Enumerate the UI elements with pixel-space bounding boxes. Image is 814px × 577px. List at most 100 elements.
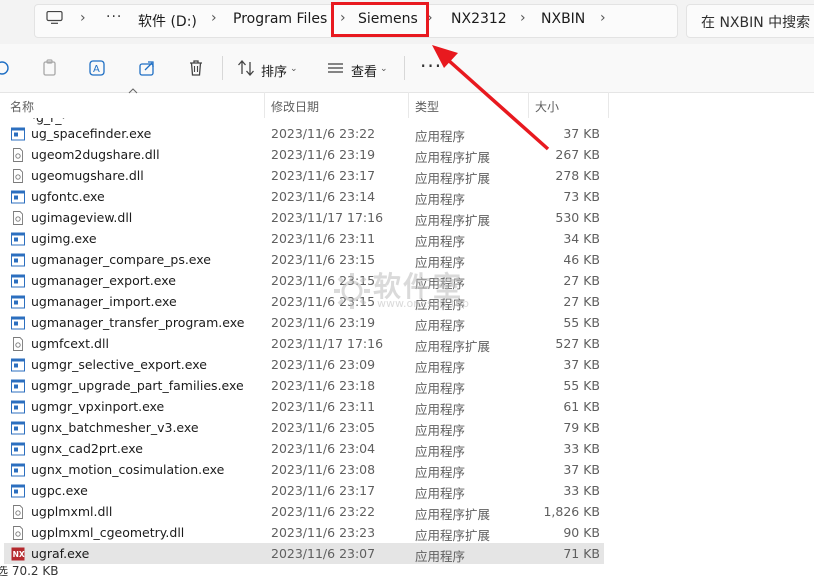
breadcrumb-nxbin[interactable]: NXBIN bbox=[541, 11, 585, 27]
file-size: 73 KB bbox=[563, 189, 600, 204]
sort-icon[interactable] bbox=[236, 58, 256, 78]
more-options-button[interactable]: ··· bbox=[420, 54, 442, 78]
file-type: 应用程序 bbox=[415, 423, 466, 438]
exe-file-icon bbox=[11, 484, 25, 498]
file-name: ugfontc.exe bbox=[31, 189, 105, 204]
file-name: ugmanager_export.exe bbox=[31, 273, 176, 288]
list-item[interactable]: ugmanager_compare_ps.exe 2023/11/6 23:15 应… bbox=[4, 249, 604, 270]
file-type: 应用程序扩展 bbox=[415, 507, 491, 522]
exe-file-icon bbox=[11, 127, 25, 141]
svg-text:A: A bbox=[93, 64, 100, 75]
file-date: 2023/11/6 23:11 bbox=[271, 231, 376, 246]
status-bar: 选 70.2 KB bbox=[0, 566, 814, 577]
file-size: 55 KB bbox=[563, 378, 600, 393]
chevron-down-icon: ⌄ bbox=[290, 64, 298, 74]
list-item[interactable]: ugeom2dugshare.dll 2023/11/6 23:19 应用程序扩展 2… bbox=[4, 144, 604, 165]
list-item[interactable]: ugnx_batchmesher_v3.exe 2023/11/6 23:05 应用… bbox=[4, 417, 604, 438]
list-item[interactable]: ugplmxml_cgeometry.dll 2023/11/6 23:23 应用程… bbox=[4, 522, 604, 543]
rename-icon[interactable]: A bbox=[88, 58, 108, 78]
list-item[interactable]: ug_spacefinder.exe 2023/11/6 23:22 应用程序 37 … bbox=[4, 123, 604, 144]
breadcrumb-program-files[interactable]: Program Files bbox=[233, 11, 327, 27]
column-divider[interactable] bbox=[528, 92, 529, 118]
exe-file-icon bbox=[11, 190, 25, 204]
file-type: 应用程序 bbox=[415, 549, 466, 564]
column-divider[interactable] bbox=[264, 92, 265, 118]
search-input[interactable]: 在 NXBIN 中搜索 bbox=[686, 4, 814, 38]
breadcrumb-drive[interactable]: 软件 (D:) bbox=[138, 11, 197, 31]
view-button[interactable]: 查看 bbox=[351, 61, 377, 80]
file-size: 530 KB bbox=[555, 210, 600, 225]
file-name: ugimageview.dll bbox=[31, 210, 133, 225]
column-header-name[interactable]: 名称 bbox=[10, 98, 34, 115]
list-item[interactable]: ugnx_cad2prt.exe 2023/11/6 23:04 应用程序 33 KB bbox=[4, 438, 604, 459]
file-size: 37 KB bbox=[563, 357, 600, 372]
this-pc-icon[interactable] bbox=[46, 11, 63, 24]
file-date: 2023/11/6 23:09 bbox=[271, 357, 376, 372]
share-icon[interactable] bbox=[137, 58, 157, 78]
sort-button[interactable]: 排序 bbox=[261, 61, 287, 80]
column-divider[interactable] bbox=[608, 92, 609, 118]
breadcrumb-nx2312[interactable]: NX2312 bbox=[451, 11, 507, 27]
list-item[interactable]: ugimg.exe 2023/11/6 23:11 应用程序 34 KB bbox=[4, 228, 604, 249]
breadcrumb-overflow-button[interactable]: ··· bbox=[106, 9, 122, 25]
list-item[interactable]: ugplmxml.dll 2023/11/6 23:22 应用程序扩展 1,826 K… bbox=[4, 501, 604, 522]
siemens-highlight-box bbox=[331, 2, 429, 37]
file-size: 79 KB bbox=[563, 420, 600, 435]
list-item[interactable]: ugimageview.dll 2023/11/17 17:16 应用程序扩展 530… bbox=[4, 207, 604, 228]
list-item[interactable]: ugfontc.exe 2023/11/6 23:14 应用程序 73 KB bbox=[4, 186, 604, 207]
list-item[interactable]: ugmanager_import.exe 2023/11/6 23:15 应用程序 2… bbox=[4, 291, 604, 312]
chevron-right-icon: › bbox=[80, 10, 86, 26]
list-item[interactable]: ugpc.exe 2023/11/6 23:17 应用程序 33 KB bbox=[4, 480, 604, 501]
copy-icon[interactable] bbox=[0, 58, 14, 78]
dll-file-icon bbox=[13, 211, 23, 225]
chevron-right-icon[interactable]: › bbox=[600, 10, 606, 26]
file-name: ugnx_batchmesher_v3.exe bbox=[31, 420, 199, 435]
list-item[interactable]: ugnx_motion_cosimulation.exe 2023/11/6 23… bbox=[4, 459, 604, 480]
column-header-type[interactable]: 类型 bbox=[415, 98, 439, 115]
exe-file-icon bbox=[11, 295, 25, 309]
file-date: 2023/11/6 23:23 bbox=[271, 525, 376, 540]
column-header-date[interactable]: 修改日期 bbox=[271, 98, 319, 115]
list-item[interactable]: ugmanager_export.exe 2023/11/6 23:15 应用程序 2… bbox=[4, 270, 604, 291]
file-name: ugmgr_vpxinport.exe bbox=[31, 399, 165, 414]
file-name: ugeomugshare.dll bbox=[31, 168, 144, 183]
list-item[interactable]: ugmgr_selective_export.exe 2023/11/6 23:0… bbox=[4, 354, 604, 375]
list-item[interactable]: ugmfcext.dll 2023/11/17 17:16 应用程序扩展 527 KB bbox=[4, 333, 604, 354]
chevron-right-icon: › bbox=[211, 10, 217, 26]
file-type: 应用程序 bbox=[415, 360, 466, 375]
list-item[interactable]: ugmanager_transfer_program.exe 2023/11/6 … bbox=[4, 312, 604, 333]
list-item[interactable]: NX ugraf.exe 2023/11/6 23:07 应用程序 71 KB bbox=[4, 543, 604, 564]
file-type: 应用程序扩展 bbox=[415, 213, 491, 228]
gear-watermark-icon bbox=[334, 273, 370, 309]
toolbar-separator bbox=[404, 56, 405, 80]
column-divider[interactable] bbox=[408, 92, 409, 118]
list-item[interactable]: ugeomugshare.dll 2023/11/6 23:17 应用程序扩展 278… bbox=[4, 165, 604, 186]
file-name: ugnx_motion_cosimulation.exe bbox=[31, 462, 225, 477]
file-type: 应用程序 bbox=[415, 465, 466, 480]
toolbar-separator bbox=[222, 56, 223, 80]
svg-text:NX: NX bbox=[13, 550, 25, 559]
file-size: 33 KB bbox=[563, 483, 600, 498]
file-date: 2023/11/6 23:22 bbox=[271, 126, 376, 141]
dll-file-icon bbox=[13, 526, 23, 540]
list-item[interactable]: ugmgr_vpxinport.exe 2023/11/6 23:11 应用程序 61… bbox=[4, 396, 604, 417]
file-name: ug_spacefinder.exe bbox=[31, 126, 152, 141]
file-date: 2023/11/6 23:05 bbox=[271, 420, 376, 435]
file-name: ugeom2dugshare.dll bbox=[31, 147, 160, 162]
file-list[interactable]: ·g_r_· ug_spacefinder.exe2023/11/6 23:22… bbox=[0, 118, 814, 568]
file-name: ugplmxml_cgeometry.dll bbox=[31, 525, 185, 540]
paste-icon[interactable] bbox=[40, 58, 60, 78]
list-item[interactable]: ugmgr_upgrade_part_families.exe 2023/11/6… bbox=[4, 375, 604, 396]
chevron-down-icon: ⌄ bbox=[380, 64, 388, 74]
file-type: 应用程序 bbox=[415, 129, 466, 144]
dll-file-icon bbox=[13, 148, 23, 162]
view-icon[interactable] bbox=[326, 58, 346, 78]
exe-file-icon bbox=[11, 232, 25, 246]
file-name: ugmfcext.dll bbox=[31, 336, 109, 351]
delete-icon[interactable] bbox=[186, 58, 206, 78]
file-type: 应用程序 bbox=[415, 234, 466, 249]
file-date: 2023/11/17 17:16 bbox=[271, 336, 384, 351]
file-name: ugmanager_transfer_program.exe bbox=[31, 315, 245, 330]
file-name: ugplmxml.dll bbox=[31, 504, 113, 519]
column-header-size[interactable]: 大小 bbox=[535, 98, 559, 115]
